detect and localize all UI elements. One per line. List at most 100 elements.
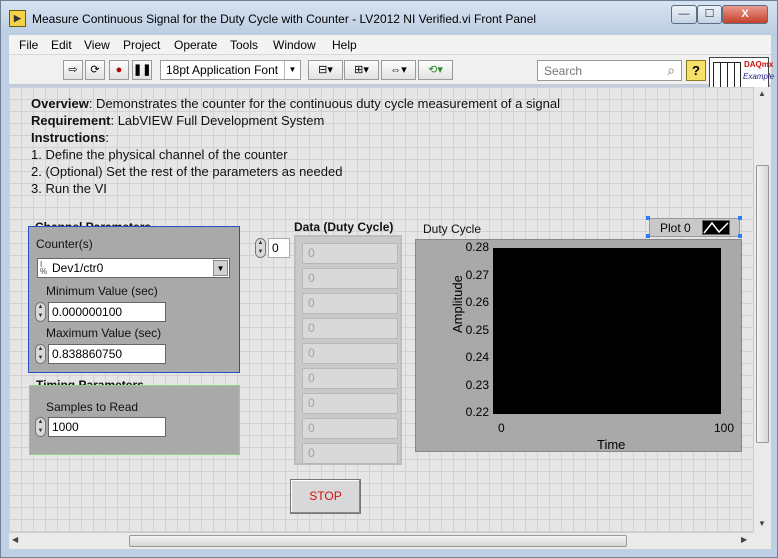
overview-description: : Demonstrates the counter for the conti…: [88, 96, 560, 111]
labview-window: ▶ Measure Continuous Signal for the Duty…: [0, 0, 778, 558]
requirement-description: : LabVIEW Full Development System: [110, 113, 325, 128]
array-element: 0: [302, 293, 398, 314]
array-element: 0: [302, 368, 398, 389]
horizontal-scroll-thumb[interactable]: [129, 535, 627, 547]
min-value-field[interactable]: 0.000000100: [48, 302, 166, 322]
run-continuously-icon[interactable]: ⟳: [85, 60, 105, 80]
vertical-scroll-thumb[interactable]: [756, 165, 769, 443]
menu-help[interactable]: Help: [332, 38, 357, 52]
menu-bar: File Edit View Project Operate Tools Win…: [9, 35, 771, 55]
scroll-down-icon[interactable]: ▼: [758, 519, 766, 528]
scroll-right-icon[interactable]: ▶: [741, 535, 747, 544]
legend-line-icon: [702, 220, 730, 235]
x-axis-label: Time: [597, 437, 626, 452]
window-title: Measure Continuous Signal for the Duty C…: [32, 12, 537, 26]
minimize-button[interactable]: —: [671, 5, 697, 24]
max-value-label: Maximum Value (sec): [46, 326, 162, 340]
run-arrow-icon[interactable]: ⇨: [63, 60, 83, 80]
timing-parameters-cluster: Samples to Read ▲ ▼ 1000: [29, 385, 240, 455]
x-tick-label: 100: [714, 421, 735, 435]
array-element: 0: [302, 243, 398, 264]
plot-area[interactable]: [493, 248, 721, 414]
overview-label: Overview: [31, 96, 89, 111]
selection-handle[interactable]: [646, 234, 650, 238]
array-element: 0: [302, 268, 398, 289]
data-array: 0 0 0 0 0 0 0 0 0: [294, 235, 402, 465]
logo-text-daqmx: DAQmx: [744, 60, 774, 69]
spinner-icon[interactable]: ▲ ▼: [255, 238, 266, 258]
selection-handle[interactable]: [738, 234, 742, 238]
menu-file[interactable]: File: [19, 38, 38, 52]
search-box[interactable]: ⌕: [537, 60, 682, 81]
spinner-icon[interactable]: ▲ ▼: [35, 344, 46, 364]
y-tick-label: 0.25: [465, 323, 489, 337]
instructions-label: Instructions: [31, 130, 106, 145]
pause-icon[interactable]: ❚❚: [132, 60, 152, 80]
array-element: 0: [302, 418, 398, 439]
chart-title: Duty Cycle: [423, 222, 482, 236]
menu-window[interactable]: Window: [273, 38, 316, 52]
instructions-colon: :: [105, 130, 110, 145]
spinner-icon[interactable]: ▲ ▼: [35, 417, 46, 437]
selection-handle[interactable]: [738, 216, 742, 220]
stop-button[interactable]: STOP: [290, 479, 361, 514]
array-element: 0: [302, 393, 398, 414]
scroll-left-icon[interactable]: ◀: [12, 535, 18, 544]
horizontal-scrollbar[interactable]: ◀ ▶: [9, 532, 753, 549]
menu-view[interactable]: View: [84, 38, 110, 52]
y-tick-label: 0.27: [465, 268, 489, 282]
front-panel: Overview: Demonstrates the counter for t…: [9, 87, 753, 532]
menu-edit[interactable]: Edit: [51, 38, 72, 52]
scroll-up-icon[interactable]: ▲: [758, 89, 766, 98]
instruction-step-2: 2. (Optional) Set the rest of the parame…: [31, 164, 343, 179]
y-axis-label-text: Amplitude: [450, 275, 465, 333]
selection-handle[interactable]: [646, 216, 650, 220]
instruction-step-1: 1. Define the physical channel of the co…: [31, 147, 288, 162]
y-tick-label: 0.24: [465, 350, 489, 364]
plot-legend[interactable]: Plot 0: [649, 218, 740, 237]
max-value-field[interactable]: 0.838860750: [48, 344, 166, 364]
instruction-step-3: 3. Run the VI: [31, 181, 107, 196]
logo-text-example: Example: [743, 72, 775, 81]
array-index-field[interactable]: 0: [268, 238, 290, 258]
align-objects-icon[interactable]: ⊟▾: [308, 60, 343, 80]
vertical-scrollbar[interactable]: ▲ ▼: [753, 87, 771, 532]
array-element: 0: [302, 443, 398, 464]
reorder-icon[interactable]: ⟲▾: [418, 60, 453, 80]
search-icon[interactable]: ⌕: [667, 62, 675, 79]
toolbar: ⇨ ⟳ ● ❚❚ 18pt Application Font ▼ ⊟▾ ⊞▾ ⇔…: [9, 55, 775, 95]
io-name-icon: I%: [40, 260, 48, 276]
array-element: 0: [302, 343, 398, 364]
font-selector[interactable]: 18pt Application Font ▼: [160, 60, 301, 80]
y-axis-label: Amplitude: [450, 275, 465, 333]
scrollbar-corner: [753, 532, 771, 549]
font-selector-label: 18pt Application Font: [166, 63, 279, 77]
spinner-icon[interactable]: ▲ ▼: [35, 302, 46, 322]
y-tick-label: 0.23: [465, 378, 489, 392]
counter-label: Counter(s): [36, 237, 93, 251]
y-tick-label: 0.22: [465, 405, 489, 419]
close-button[interactable]: X: [722, 5, 768, 24]
samples-label: Samples to Read: [46, 400, 139, 414]
array-element: 0: [302, 318, 398, 339]
menu-operate[interactable]: Operate: [174, 38, 217, 52]
abort-execution-icon[interactable]: ●: [109, 60, 129, 80]
search-input[interactable]: [544, 62, 654, 80]
chevron-down-icon[interactable]: ▼: [213, 260, 228, 276]
labview-vi-icon: ▶: [9, 10, 26, 27]
menu-tools[interactable]: Tools: [230, 38, 258, 52]
menu-project[interactable]: Project: [123, 38, 160, 52]
y-tick-label: 0.26: [465, 295, 489, 309]
counter-selector[interactable]: I% Dev1/ctr0 ▼: [37, 258, 230, 278]
samples-field[interactable]: 1000: [48, 417, 166, 437]
chevron-down-icon: ▼: [284, 61, 300, 79]
counter-value: Dev1/ctr0: [52, 261, 104, 275]
requirement-label: Requirement: [31, 113, 111, 128]
context-help-button[interactable]: ?: [686, 60, 706, 81]
resize-objects-icon[interactable]: ⇔▾: [381, 60, 416, 80]
maximize-button[interactable]: ☐: [697, 5, 722, 24]
title-bar[interactable]: ▶ Measure Continuous Signal for the Duty…: [1, 1, 777, 35]
channel-parameters-cluster: Counter(s) I% Dev1/ctr0 ▼ Minimum Value …: [28, 226, 240, 373]
data-array-label: Data (Duty Cycle): [294, 220, 394, 234]
distribute-objects-icon[interactable]: ⊞▾: [344, 60, 379, 80]
